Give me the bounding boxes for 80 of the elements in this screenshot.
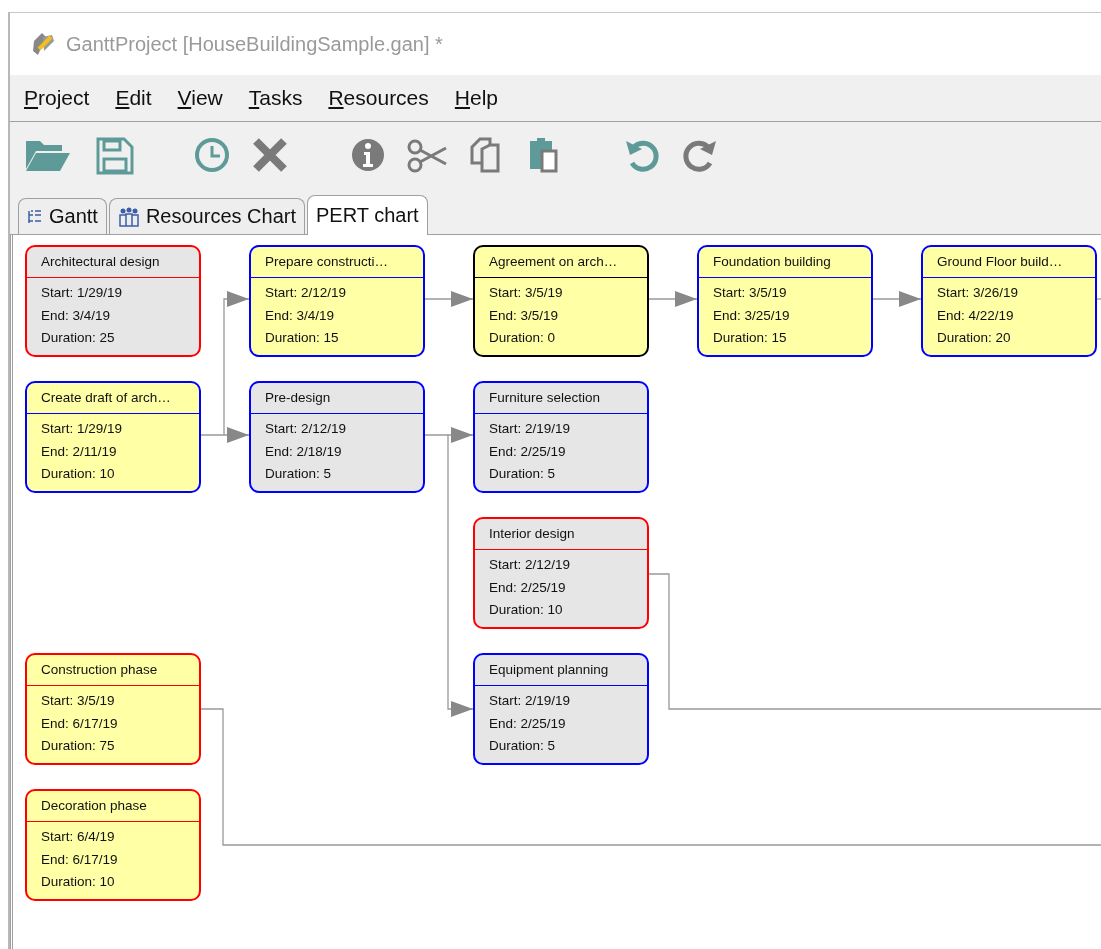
task-node[interactable]: Interior design Start: 2/12/19 End: 2/25/19 Duration: 10 — [473, 517, 649, 629]
task-end: End: 2/11/19 — [41, 442, 117, 461]
task-start: Start: 2/12/19 — [265, 420, 347, 438]
tab[interactable]: PERT chart — [307, 195, 428, 235]
menu-item[interactable]: Tasks — [248, 86, 303, 110]
task-end: End: 6/17/19 — [41, 714, 118, 733]
task-duration: Duration: 5 — [489, 737, 556, 755]
task-name: Construction phase — [41, 662, 158, 677]
task-end: End: 2/25/19 — [489, 442, 566, 461]
task-start: Start: 2/19/19 — [489, 692, 571, 710]
task-start: Start: 3/26/19 — [937, 284, 1019, 302]
task-name: Interior design — [489, 526, 575, 541]
task-name: Architectural design — [41, 254, 160, 269]
menu-item[interactable]: Edit — [115, 86, 152, 110]
task-duration: Duration: 10 — [41, 873, 115, 891]
task-end: End: 3/25/19 — [713, 306, 790, 325]
task-end: End: 3/5/19 — [489, 306, 559, 325]
task-name: Equipment planning — [489, 662, 609, 677]
task-start: Start: 2/19/19 — [489, 420, 571, 438]
task-end: End: 3/4/19 — [41, 306, 111, 325]
task-node[interactable]: Decoration phase Start: 6/4/19 End: 6/17/19 Duration: 10 — [25, 789, 201, 901]
task-duration: Duration: 10 — [489, 601, 563, 619]
task-start: Start: 1/29/19 — [41, 284, 123, 302]
task-node[interactable]: Furniture selection Start: 2/19/19 End: 2/25/19 Duration: 5 — [473, 381, 649, 493]
task-name: Agreement on arch… — [489, 254, 618, 269]
task-start: Start: 1/29/19 — [41, 420, 123, 438]
task-node[interactable]: Agreement on arch… Start: 3/5/19 End: 3/5/19 Duration: 0 — [473, 245, 649, 357]
task-end: End: 2/25/19 — [489, 578, 566, 597]
task-duration: Duration: 20 — [937, 329, 1011, 347]
menu-item[interactable]: Project — [24, 86, 90, 110]
connector-arrow — [872, 291, 922, 307]
menu-item[interactable]: Help — [454, 86, 498, 110]
task-start: Start: 2/12/19 — [265, 284, 347, 302]
task-duration: Duration: 15 — [713, 329, 787, 347]
tree-icon — [27, 208, 43, 225]
task-end: End: 6/17/19 — [41, 850, 118, 869]
task-end: End: 3/4/19 — [265, 306, 335, 325]
app-logo-icon — [30, 31, 56, 57]
task-start: Start: 2/12/19 — [489, 556, 571, 574]
task-duration: Duration: 75 — [41, 737, 115, 755]
task-start: Start: 3/5/19 — [41, 692, 115, 710]
task-end: End: 4/22/19 — [937, 306, 1014, 325]
task-end: End: 2/25/19 — [489, 714, 566, 733]
task-node[interactable]: Ground Floor build… Start: 3/26/19 End: 4/22/19 Duration: 20 — [921, 245, 1097, 357]
clock-icon[interactable] — [192, 135, 232, 175]
task-start: Start: 3/5/19 — [713, 284, 787, 302]
task-duration: Duration: 25 — [41, 329, 115, 347]
task-node[interactable]: Foundation building Start: 3/5/19 End: 3/25/19 Duration: 15 — [697, 245, 873, 357]
tab[interactable]: Gantt — [18, 198, 107, 234]
connector-arrow — [648, 291, 698, 307]
task-duration: Duration: 5 — [489, 465, 556, 483]
tab-label: PERT chart — [316, 204, 419, 227]
task-duration: Duration: 15 — [265, 329, 339, 347]
task-start: Start: 6/4/19 — [41, 828, 115, 846]
task-duration: Duration: 0 — [489, 329, 556, 347]
tab-label: Resources Chart — [145, 205, 296, 228]
task-node[interactable]: Create draft of arch… Start: 1/29/19 End: 2/11/19 Duration: 10 — [25, 381, 201, 493]
connector-arrow — [424, 291, 474, 307]
task-name: Furniture selection — [489, 390, 601, 405]
task-node[interactable]: Architectural design Start: 1/29/19 End: 3/4/19 Duration: 25 — [25, 245, 201, 357]
task-name: Foundation building — [713, 254, 831, 269]
task-duration: Duration: 5 — [265, 465, 332, 483]
tab-label: Gantt — [49, 205, 98, 228]
task-node[interactable]: Construction phase Start: 3/5/19 End: 6/17/19 Duration: 75 — [25, 653, 201, 765]
task-end: End: 2/18/19 — [265, 442, 342, 461]
task-node[interactable]: Equipment planning Start: 2/19/19 End: 2/25/19 Duration: 5 — [473, 653, 649, 765]
task-name: Prepare constructi… — [265, 254, 389, 269]
task-duration: Duration: 10 — [41, 465, 115, 483]
task-start: Start: 3/5/19 — [489, 284, 563, 302]
task-name: Create draft of arch… — [41, 390, 171, 405]
menu-item[interactable]: Resources — [328, 86, 429, 110]
task-name: Pre-design — [265, 390, 331, 405]
task-node[interactable]: Pre-design Start: 2/12/19 End: 2/18/19 Duration: 5 — [249, 381, 425, 493]
task-name: Ground Floor build… — [937, 254, 1063, 269]
menu-item[interactable]: View — [177, 86, 223, 110]
task-node[interactable]: Prepare constructi… Start: 2/12/19 End: 3/4/19 Duration: 15 — [249, 245, 425, 357]
task-name: Decoration phase — [41, 798, 147, 813]
tab[interactable]: Resources Chart — [108, 198, 305, 234]
window-title: GanttProject [HouseBuildingSample.gan] * — [66, 32, 443, 56]
people-icon — [117, 206, 140, 227]
